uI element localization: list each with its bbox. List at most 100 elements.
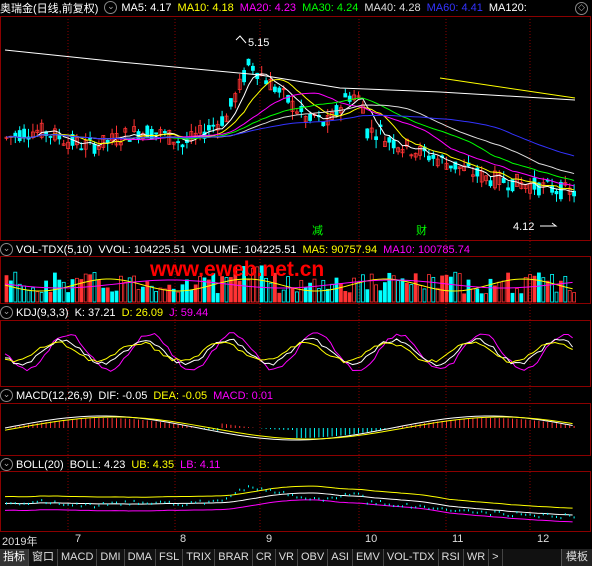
low-marker (540, 222, 558, 227)
candle-body (79, 148, 84, 151)
volume-bar (453, 271, 458, 303)
candle-body (246, 58, 251, 66)
candle-body (220, 116, 225, 126)
volume-bar (426, 274, 431, 303)
volume-bar (550, 274, 554, 303)
candle-body (391, 139, 396, 149)
candle-body (448, 165, 453, 169)
volume-bar (110, 291, 114, 303)
event-marker-1[interactable]: 减 (312, 222, 323, 238)
ma5-line (6, 73, 575, 193)
candle-body (92, 143, 97, 154)
volume-bar (479, 293, 484, 303)
volume-bar (501, 280, 506, 303)
volume-bar (215, 293, 220, 303)
macd-collapse-icon[interactable]: ⌄ (0, 389, 13, 402)
volume-bar (48, 291, 53, 303)
tab-7[interactable]: BRAR (215, 549, 253, 566)
tab-9[interactable]: VR (276, 549, 298, 566)
tab-6[interactable]: TRIX (183, 549, 216, 566)
high-price-label: 5.15 (248, 37, 270, 49)
volume-bar (387, 272, 392, 303)
candle-body (559, 181, 563, 200)
kdj_header.items-item: D: 26.09 (121, 306, 164, 319)
volume-bar (418, 285, 423, 303)
candle-body (13, 132, 18, 137)
candle-body (387, 137, 392, 143)
volume-bar (484, 293, 489, 303)
volume-bar (206, 279, 211, 303)
volume-bar (290, 287, 295, 303)
panel-frame (0, 471, 591, 532)
x-axis-label: 8 (180, 533, 187, 545)
macd-header: ⌄ MACD(12,26,9) DIF: -0.05 DEA: -0.05 MACD:… (0, 388, 592, 403)
ma-extra-line (439, 77, 576, 99)
volume-bar (330, 283, 335, 303)
boll_header.items-item: BOLL(20) (16, 458, 64, 471)
candle-body (550, 185, 554, 193)
volume-bar (378, 290, 383, 303)
tab-0[interactable]: 指标 (0, 549, 29, 566)
tab-13[interactable]: VOL-TDX (384, 549, 439, 566)
tab-5[interactable]: FSL (156, 549, 184, 566)
volume-bar (448, 276, 453, 303)
volume-bar (475, 288, 480, 303)
candle-body (501, 178, 506, 183)
volume-bar (39, 292, 44, 303)
volume-bar (294, 291, 299, 303)
tab-14[interactable]: RSI (439, 549, 464, 566)
macd_header.items-item: MACD: 0.01 (213, 389, 274, 402)
panel-frame (0, 16, 591, 241)
volume-bar (189, 289, 194, 303)
volume-bar (246, 279, 251, 303)
event-marker-2[interactable]: 财 (416, 222, 427, 238)
ma60-line (6, 114, 575, 157)
volume-bar (92, 272, 97, 303)
volume-bar (149, 285, 154, 303)
tab-10[interactable]: OBV (298, 549, 329, 566)
tab-1[interactable]: 窗口 (29, 549, 58, 566)
template-button[interactable]: 模板 (561, 549, 592, 566)
candle-body (365, 128, 370, 139)
candle-body (176, 141, 181, 144)
volume-collapse-icon[interactable]: ⌄ (0, 243, 13, 256)
volume-bar (563, 275, 568, 303)
candle-body (506, 187, 511, 191)
kdj-k-line (4, 337, 574, 367)
macd_header.items-item: DIF: -0.05 (98, 389, 148, 402)
kdj-j-line (4, 332, 573, 372)
volume-bar (299, 279, 304, 303)
tab-3[interactable]: DMI (97, 549, 125, 566)
volume-bar (44, 280, 48, 303)
volume-bar (462, 293, 467, 303)
tab-15[interactable]: WR (464, 549, 490, 566)
volume-bar (488, 278, 493, 303)
volume-bar (176, 291, 181, 303)
volume-bar (30, 287, 35, 303)
candle-body (242, 70, 247, 83)
candle-body (374, 136, 379, 141)
candle-body (347, 95, 352, 102)
tab-2[interactable]: MACD (58, 549, 98, 566)
candle-body (206, 125, 211, 131)
candle-body (180, 144, 185, 148)
volume-bar (554, 291, 559, 303)
tab-4[interactable]: DMA (125, 549, 157, 566)
x-axis-label: 11 (452, 533, 464, 545)
candle-body (211, 124, 216, 127)
candle-body (228, 98, 233, 107)
tab-16[interactable]: > (489, 549, 503, 566)
volume-bar (281, 289, 286, 303)
tab-11[interactable]: ASI (328, 549, 353, 566)
boll-collapse-icon[interactable]: ⌄ (0, 458, 13, 471)
kdj-collapse-icon[interactable]: ⌄ (0, 306, 13, 319)
kdj_header.items-item: J: 59.44 (169, 306, 209, 319)
volume-bar (545, 280, 550, 303)
tab-12[interactable]: EMV (353, 549, 384, 566)
tab-8[interactable]: CR (253, 549, 276, 566)
low-price-label: 4.12 (513, 221, 535, 233)
volume-bar (347, 292, 352, 303)
candle-body (308, 113, 313, 121)
volume-bar (334, 277, 339, 303)
candle-body (22, 128, 27, 139)
